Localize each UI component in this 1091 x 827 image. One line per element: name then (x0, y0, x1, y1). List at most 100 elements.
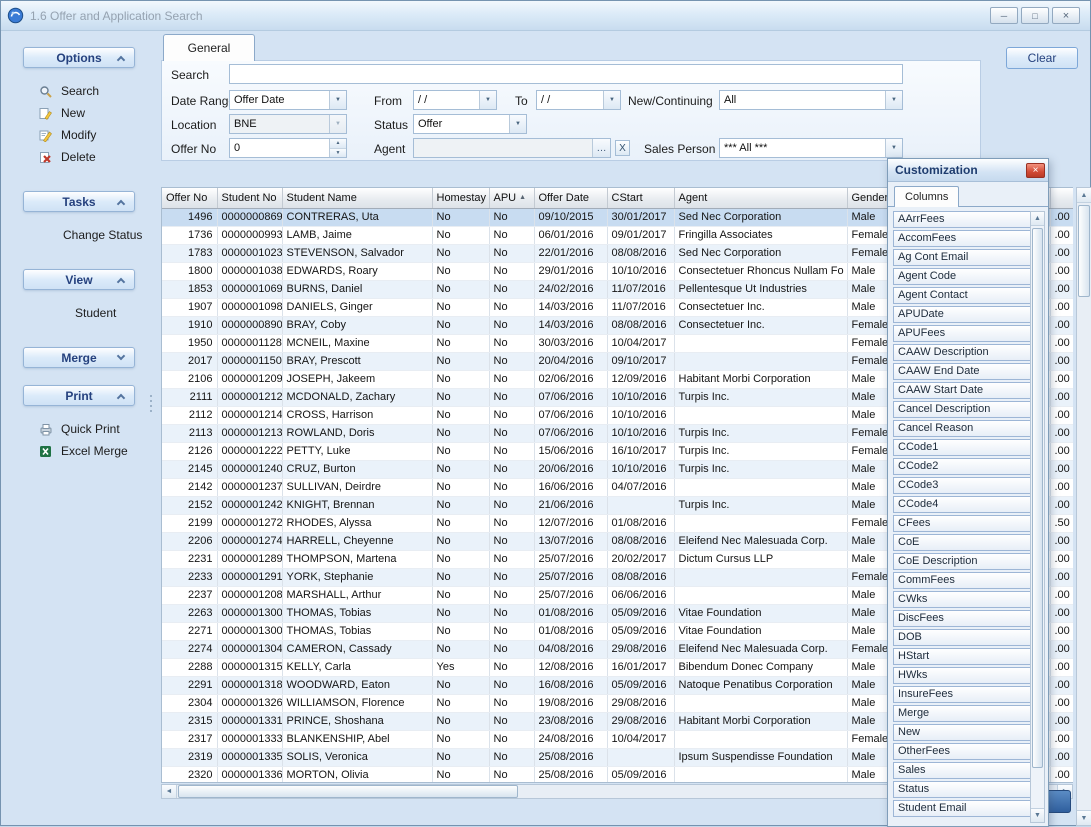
customization-column-item[interactable]: OtherFees (893, 743, 1031, 760)
sidebar-splitter[interactable] (150, 395, 152, 412)
scroll-up-arrow[interactable]: ▲ (1077, 188, 1091, 203)
sales-person-select[interactable]: *** All *** ▼ (719, 138, 903, 158)
customization-column-item[interactable]: DOB (893, 629, 1031, 646)
customization-column-item[interactable]: Cancel Reason (893, 420, 1031, 437)
grid-cell: No (489, 514, 534, 532)
chevron-down-icon[interactable]: ▼ (509, 115, 526, 133)
sidebar-item-new[interactable]: New (9, 102, 151, 124)
scroll-down-arrow[interactable]: ▼ (1077, 810, 1091, 825)
grid-cell: 0000001222 (217, 442, 282, 460)
customization-column-item[interactable]: HStart (893, 648, 1031, 665)
column-header-agent[interactable]: Agent (674, 188, 847, 208)
location-select[interactable]: BNE ▼ (229, 114, 347, 134)
sidebar-item-search[interactable]: Search (9, 80, 151, 102)
sidebar-item-excel-merge[interactable]: Excel Merge (9, 440, 151, 462)
status-select[interactable]: Offer ▼ (413, 114, 527, 134)
grid-cell: 0000001209 (217, 370, 282, 388)
customization-column-item[interactable]: AArrFees (893, 211, 1031, 228)
customization-close-button[interactable]: × (1026, 163, 1045, 178)
sidebar-item-quick-print[interactable]: Quick Print (9, 418, 151, 440)
tab-general[interactable]: General (163, 34, 255, 61)
customization-column-item[interactable]: Sales (893, 762, 1031, 779)
column-header-offer-no[interactable]: Offer No (162, 188, 217, 208)
column-header-cstart[interactable]: CStart (607, 188, 674, 208)
customization-column-item[interactable]: CWks (893, 591, 1031, 608)
chevron-down-icon[interactable]: ▼ (329, 91, 346, 109)
customization-scrollbar[interactable]: ▲ ▼ (1030, 211, 1045, 823)
customization-column-item[interactable]: CCode2 (893, 458, 1031, 475)
date-range-select[interactable]: Offer Date ▼ (229, 90, 347, 110)
scrollbar-thumb[interactable] (1032, 228, 1043, 768)
to-date-select[interactable]: / / ▼ (536, 90, 621, 110)
minimize-button[interactable]: ─ (990, 7, 1018, 24)
customization-column-item[interactable]: Student Email (893, 800, 1031, 817)
sidebar-item-change-status[interactable]: Change Status (9, 224, 151, 246)
customization-column-item[interactable]: CFees (893, 515, 1031, 532)
column-header-apu[interactable]: APU▲ (489, 188, 534, 208)
merge-group-header[interactable]: Merge (23, 347, 135, 368)
customization-column-item[interactable]: CCode1 (893, 439, 1031, 456)
customization-column-item[interactable]: HWks (893, 667, 1031, 684)
customization-column-item[interactable]: APUFees (893, 325, 1031, 342)
scroll-up-arrow[interactable]: ▲ (1031, 212, 1044, 226)
grid-cell: 0000001098 (217, 298, 282, 316)
chevron-down-icon[interactable]: ▼ (479, 91, 496, 109)
grid-cell: 2142 (162, 478, 217, 496)
grid-vertical-scrollbar[interactable]: ▲ ▼ (1076, 187, 1091, 826)
customization-column-item[interactable]: CAAW End Date (893, 363, 1031, 380)
sidebar-item-modify[interactable]: Modify (9, 124, 151, 146)
agent-browse-button[interactable]: … (592, 139, 610, 157)
sidebar-item-delete[interactable]: Delete (9, 146, 151, 168)
grid-cell: 25/08/2016 (534, 748, 607, 766)
customization-column-item[interactable]: Agent Code (893, 268, 1031, 285)
customization-column-item[interactable]: CoE (893, 534, 1031, 551)
scroll-left-arrow[interactable]: ◄ (162, 785, 177, 798)
customization-title-bar[interactable]: Customization × (888, 159, 1048, 182)
customization-column-item[interactable]: Ag Cont Email (893, 249, 1031, 266)
from-date-select[interactable]: / / ▼ (413, 90, 497, 110)
customization-column-item[interactable]: CCode4 (893, 496, 1031, 513)
customization-column-item[interactable]: DiscFees (893, 610, 1031, 627)
close-window-button[interactable]: × (1052, 7, 1080, 24)
agent-clear-button[interactable]: X (615, 140, 630, 156)
scroll-down-arrow[interactable]: ▼ (1031, 808, 1044, 822)
sidebar-item-student[interactable]: Student (9, 302, 151, 324)
customization-column-item[interactable]: CommFees (893, 572, 1031, 589)
customization-column-item[interactable]: Agent Contact (893, 287, 1031, 304)
new-continuing-select[interactable]: All ▼ (719, 90, 903, 110)
customization-column-item[interactable]: InsureFees (893, 686, 1031, 703)
search-input[interactable] (229, 64, 903, 84)
customization-column-item[interactable]: CAAW Description (893, 344, 1031, 361)
spin-up-icon[interactable]: ▲ (330, 139, 346, 149)
view-group-header[interactable]: View (23, 269, 135, 290)
customization-column-item[interactable]: CCode3 (893, 477, 1031, 494)
chevron-down-icon[interactable]: ▼ (603, 91, 620, 109)
tab-columns[interactable]: Columns (894, 186, 959, 207)
customization-column-item[interactable]: CAAW Start Date (893, 382, 1031, 399)
title-bar[interactable]: 1.6 Offer and Application Search ─ □ × (1, 1, 1090, 31)
maximize-button[interactable]: □ (1021, 7, 1049, 24)
spin-down-icon[interactable]: ▼ (330, 149, 346, 158)
customization-column-item[interactable]: Merge (893, 705, 1031, 722)
options-group-header[interactable]: Options (23, 47, 135, 68)
column-header-student-no[interactable]: Student No (217, 188, 282, 208)
customization-column-item[interactable]: Status (893, 781, 1031, 798)
customization-column-item[interactable]: APUDate (893, 306, 1031, 323)
scrollbar-thumb[interactable] (1078, 205, 1090, 297)
customization-column-item[interactable]: Cancel Description (893, 401, 1031, 418)
scrollbar-thumb[interactable] (178, 785, 518, 798)
chevron-down-icon[interactable]: ▼ (885, 139, 902, 157)
customization-column-item[interactable]: CoE Description (893, 553, 1031, 570)
customization-column-item[interactable]: AccomFees (893, 230, 1031, 247)
agent-field[interactable]: … (413, 138, 611, 158)
customization-column-item[interactable]: New (893, 724, 1031, 741)
column-header-homestay[interactable]: Homestay (432, 188, 489, 208)
column-header-student-name[interactable]: Student Name (282, 188, 432, 208)
chevron-down-icon[interactable]: ▼ (885, 91, 902, 109)
clear-button[interactable]: Clear (1006, 47, 1078, 69)
grid-cell: 1736 (162, 226, 217, 244)
print-group-header[interactable]: Print (23, 385, 135, 406)
offer-no-stepper[interactable]: 0 ▲ ▼ (229, 138, 347, 158)
column-header-offer-date[interactable]: Offer Date (534, 188, 607, 208)
tasks-group-header[interactable]: Tasks (23, 191, 135, 212)
